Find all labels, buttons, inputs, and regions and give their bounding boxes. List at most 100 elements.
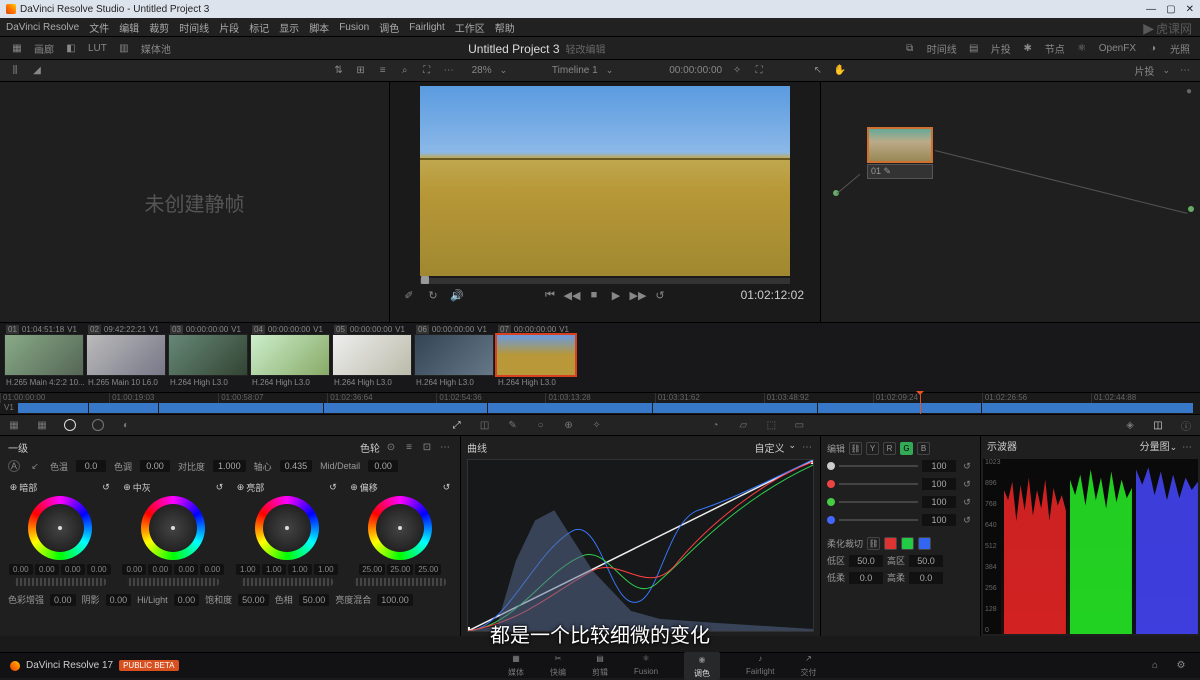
mute-icon[interactable]: 🔊 [450,288,464,302]
page-调色[interactable]: ◉调色 [684,652,720,680]
tab-gallery[interactable]: 画廊 [34,41,54,56]
timeline-name[interactable]: Timeline 1 [552,65,598,76]
timeline-segment[interactable] [324,403,489,413]
scopes-options-icon[interactable]: ⋯ [1180,441,1194,455]
channel-r[interactable]: R [883,442,896,455]
window-maximize-icon[interactable]: ▢ [1166,4,1175,15]
timeline-icon[interactable]: ⧉ [903,41,917,55]
hand-icon[interactable]: ✋ [833,64,847,78]
home-icon[interactable]: ⌂ [1148,659,1162,673]
tab-timeline[interactable]: 时间线 [927,41,957,56]
node-output-icon[interactable] [1188,206,1194,212]
clip-thumb[interactable]: 0209:42:22:21V1H.265 Main 10 L6.0 [86,325,166,387]
param-轴心[interactable]: 0.435 [280,460,313,472]
settings-icon[interactable]: ⚙ [1174,659,1188,673]
timeline-segment[interactable] [818,403,983,413]
reset-icon[interactable]: ↺ [960,513,974,527]
node-view-mode[interactable]: 片投 [1134,63,1154,78]
step-fwd-icon[interactable]: ▶▶ [631,288,645,302]
gallery-icon[interactable]: ▦ [10,41,24,55]
viewer-tc-display[interactable]: 01:02:12:02 [741,288,804,302]
viewer-image[interactable] [420,86,790,276]
menu-文件[interactable]: 文件 [89,20,109,35]
mediapool-icon[interactable]: ▥ [117,41,131,55]
color-match-tab[interactable]: ▦ [28,415,56,435]
primaries-mode[interactable]: 色轮 [360,440,380,455]
softclip-link-icon[interactable]: ⛓ [867,537,880,550]
param-饱和度[interactable]: 50.00 [238,594,269,606]
loop-icon[interactable]: ↻ [426,288,440,302]
scopes-tab[interactable]: ◫ [1144,415,1172,435]
curves-options-icon[interactable]: ⋯ [800,440,814,454]
wheel-亮部[interactable]: ⊕亮部↺1.001.001.001.00 [237,481,337,589]
intensity-g[interactable] [922,496,956,508]
clip-thumb[interactable]: 0400:00:00:00V1H.264 High L3.0 [250,325,330,387]
page-Fairlight[interactable]: ♪Fairlight [746,652,774,680]
tab-mediapool[interactable]: 媒体池 [141,41,171,56]
link-icon[interactable]: ⛓ [849,442,862,455]
color-node[interactable]: 01 ✎ [867,127,933,179]
node-editor[interactable]: 01 ✎ ● [820,82,1200,322]
info-tab[interactable]: ⓘ [1172,415,1200,435]
timeline-segment[interactable] [18,403,89,413]
reset-icon[interactable]: ↺ [960,477,974,491]
reset-icon[interactable]: ↺ [960,495,974,509]
viewer-timecode[interactable]: 00:00:00:00 [669,65,722,76]
zoom-level[interactable]: 28% [472,65,492,76]
menu-工作区[interactable]: 工作区 [455,20,485,35]
window-tab[interactable]: ○ [527,415,555,435]
pointer-icon[interactable]: ↖ [811,64,825,78]
param-色彩增强[interactable]: 0.00 [50,594,76,606]
wheel-偏移[interactable]: ⊕偏移↺25.0025.0025.00 [350,481,450,589]
warper-tab[interactable]: ◫ [471,415,499,435]
timeline-segment[interactable] [89,403,160,413]
wheel-暗部[interactable]: ⊕暗部↺0.000.000.000.00 [10,481,110,589]
node-zoom-dot-icon[interactable]: ● [1186,86,1192,97]
channel-g[interactable]: G [900,442,913,455]
bars-mode-icon[interactable]: ≡ [402,441,416,455]
menu-Fairlight[interactable]: Fairlight [409,22,445,33]
menu-裁剪[interactable]: 裁剪 [149,20,169,35]
viewer-scrubber[interactable] [420,278,790,284]
softclip-high[interactable] [909,555,943,567]
param-色相[interactable]: 50.00 [299,594,330,606]
ref-wipe-icon[interactable]: ⫼ [8,64,22,78]
tab-lut[interactable]: LUT [88,43,107,54]
param-对比度[interactable]: 1.000 [213,460,246,472]
goto-start-icon[interactable]: ⏮ [543,288,557,302]
menu-时间线[interactable]: 时间线 [179,20,209,35]
page-快编[interactable]: ✂快编 [550,652,566,680]
clip-thumb[interactable]: 0500:00:00:00V1H.264 High L3.0 [332,325,412,387]
intensity-r[interactable] [922,478,956,490]
window-close-icon[interactable]: ✕ [1186,4,1194,15]
panel-options-icon[interactable]: ⋯ [438,441,452,455]
menu-DaVinci Resolve[interactable]: DaVinci Resolve [6,22,79,33]
nodes-icon[interactable]: ✱ [1021,41,1035,55]
param-亮度混合[interactable]: 100.00 [377,594,413,606]
tab-nodes[interactable]: 节点 [1045,41,1065,56]
softclip-hs[interactable] [909,572,943,584]
softclip-ls[interactable] [849,572,883,584]
tab-openfx[interactable]: OpenFX [1099,43,1136,54]
page-剪辑[interactable]: ▤剪辑 [592,652,608,680]
softclip-b[interactable] [918,537,931,550]
menu-编辑[interactable]: 编辑 [119,20,139,35]
loop-play-icon[interactable]: ↺ [653,288,667,302]
page-交付[interactable]: ↗交付 [800,652,816,680]
timeline-segment[interactable] [653,403,818,413]
page-媒体[interactable]: ▦媒体 [508,652,524,680]
reset-icon[interactable]: ↺ [960,459,974,473]
search-icon[interactable]: ⌕ [398,64,412,78]
param-色调[interactable]: 0.00 [140,460,170,472]
playhead-icon[interactable] [920,393,921,414]
param-色温[interactable]: 0.0 [76,460,106,472]
bypass-icon[interactable]: ✐ [402,288,416,302]
timeline-segment[interactable] [488,403,653,413]
timeline-segment[interactable] [982,403,1194,413]
step-back-icon[interactable]: ◀◀ [565,288,579,302]
clip-thumb[interactable]: 0101:04:51:18V1H.265 Main 4:2:2 10... [4,325,84,387]
qualifier-tab[interactable]: ✎ [499,415,527,435]
node-options-icon[interactable]: ⋯ [1178,64,1192,78]
highlight-icon[interactable]: ◢ [30,64,44,78]
blur-tab[interactable]: ◔ [701,415,729,435]
